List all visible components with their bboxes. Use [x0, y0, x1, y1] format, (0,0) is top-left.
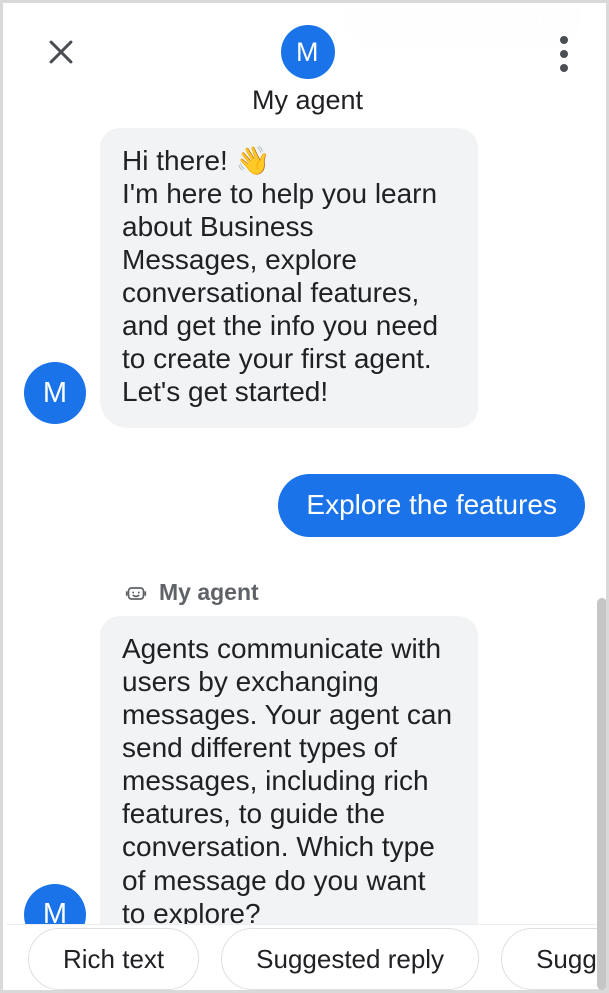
chat-card: Return to menu My agent — [6, 6, 606, 990]
more-vert-icon-dot-1 — [560, 36, 568, 44]
header-avatar: M — [280, 25, 335, 79]
suggestion-chip-rich-text[interactable]: Rich text — [28, 928, 200, 990]
message-row-agent-features: M Agents communicate with users by excha… — [6, 616, 606, 924]
more-vert-icon-dot-2 — [560, 50, 568, 58]
page-title: My agent — [251, 85, 364, 115]
header-avatar-initial: M — [296, 36, 319, 67]
suggestion-chip-label: Rich text — [63, 943, 165, 974]
close-icon — [44, 35, 78, 74]
suggestion-chip-label: Suggested reply — [256, 943, 445, 974]
message-bubble-outgoing[interactable]: Explore the features — [278, 474, 585, 538]
message-row-welcome: M Hi there! 👋 I'm here to help you learn… — [6, 128, 606, 429]
avatar-initial: M — [42, 898, 68, 924]
vertical-scrollbar-thumb[interactable] — [597, 598, 606, 990]
suggestion-chip-suggested-reply[interactable]: Suggested reply — [221, 928, 480, 990]
agent-attribution-row: My agent — [6, 579, 606, 606]
suggestion-chip-suggested-action[interactable]: Suggested action — [501, 928, 606, 990]
message-row-user-reply: Explore the features — [6, 474, 606, 538]
suggestion-chip-bar[interactable]: Rich text Suggested reply Suggested acti… — [6, 924, 606, 990]
message-list: M Hi there! 👋 I'm here to help you learn… — [6, 128, 606, 924]
avatar: M — [24, 362, 86, 425]
vertical-scrollbar-track[interactable] — [597, 6, 606, 990]
agent-attribution-label: My agent — [159, 579, 259, 606]
avatar-initial: M — [42, 376, 68, 409]
close-button[interactable] — [35, 28, 87, 80]
avatar: M — [24, 883, 86, 924]
overflow-menu-button[interactable] — [541, 24, 587, 84]
message-scroll-region[interactable]: Return to menu My agent — [6, 6, 606, 924]
more-vert-icon-dot-3 — [560, 64, 568, 72]
message-group-agent-features: My agent M Agents communicate with users… — [6, 579, 606, 924]
message-bubble-incoming[interactable]: Agents communicate with users by exchang… — [100, 616, 478, 924]
chat-header: M My agent — [6, 6, 606, 128]
chat-window: Return to menu My agent — [0, 0, 609, 993]
message-bubble-incoming[interactable]: Hi there! 👋 I'm here to help you learn a… — [100, 128, 478, 429]
smart-toy-icon — [124, 581, 148, 605]
